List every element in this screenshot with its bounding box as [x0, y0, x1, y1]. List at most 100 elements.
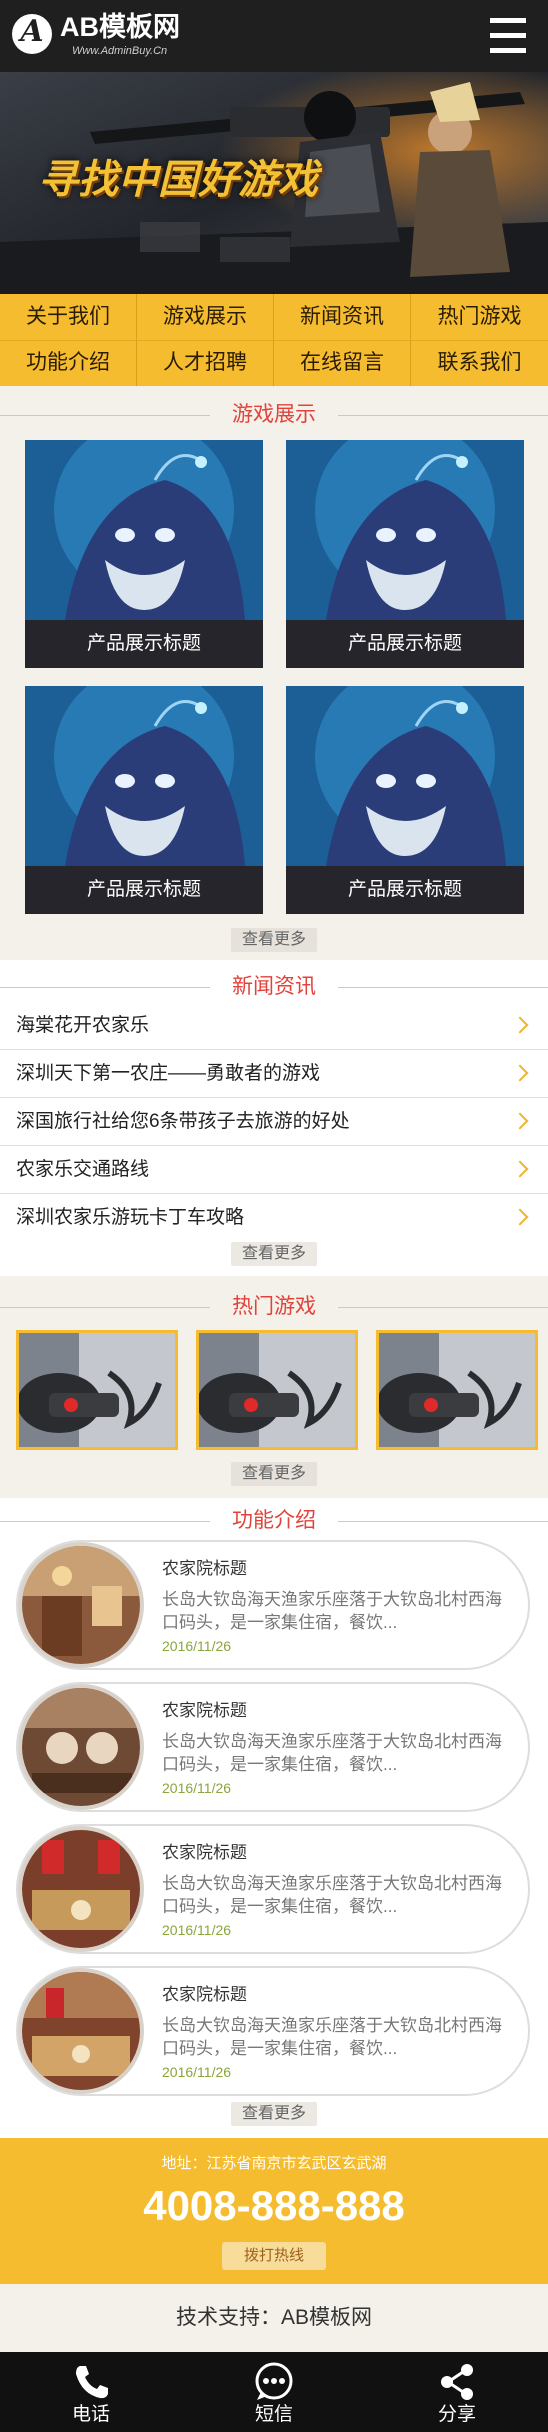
- feature-card[interactable]: 农家院标题 长岛大钦岛海天渔家乐座落于大钦岛北村西海口码头，是一家集住宿，餐饮.…: [16, 1824, 530, 1954]
- hot-game-card[interactable]: [16, 1330, 178, 1450]
- nav-news[interactable]: 新闻资讯: [274, 294, 411, 340]
- news-item-title: 深国旅行社给您6条带孩子去旅游的好处: [16, 1111, 350, 1132]
- hot-game-image: [19, 1333, 175, 1447]
- news-section-title: 新闻资讯: [0, 972, 548, 1002]
- product-image: [286, 440, 524, 620]
- feature-card[interactable]: 农家院标题 长岛大钦岛海天渔家乐座落于大钦岛北村西海口码头，是一家集住宿，餐饮.…: [16, 1682, 530, 1812]
- product-image: [25, 686, 263, 866]
- title-line: [338, 1521, 548, 1522]
- title-line: [0, 1307, 210, 1308]
- bottom-share-button[interactable]: 分享: [366, 2352, 548, 2432]
- sms-icon: [253, 2362, 295, 2402]
- banner[interactable]: 寻找中国好游戏: [0, 72, 548, 294]
- feature-image: [18, 1826, 144, 1952]
- phone-icon: [70, 2362, 112, 2402]
- chevron-right-icon: [511, 1112, 529, 1130]
- hot-section-title: 热门游戏: [0, 1292, 548, 1322]
- menu-bar: [490, 18, 526, 23]
- feature-date: 2016/11/26: [162, 2064, 232, 2080]
- nav-divider: [0, 340, 548, 341]
- hot-title-text: 热门游戏: [232, 1295, 316, 1318]
- menu-bar: [490, 48, 526, 53]
- hot-game-card[interactable]: [196, 1330, 358, 1450]
- share-icon: [436, 2362, 478, 2402]
- chevron-right-icon: [511, 1016, 529, 1034]
- logo-letter: A: [20, 14, 44, 49]
- product-image: [25, 440, 263, 620]
- chevron-right-icon: [511, 1160, 529, 1178]
- logo-title: AB模板网: [60, 12, 180, 42]
- feature-card[interactable]: 农家院标题 长岛大钦岛海天渔家乐座落于大钦岛北村西海口码头，是一家集住宿，餐饮.…: [16, 1966, 530, 2096]
- news-item[interactable]: 海棠花开农家乐: [0, 1002, 548, 1050]
- product-card[interactable]: 产品展示标题: [286, 686, 524, 914]
- tech-support: 技术支持：AB模板网: [0, 2284, 548, 2352]
- product-caption: 产品展示标题: [25, 620, 263, 668]
- bottom-share-label: 分享: [437, 2404, 476, 2425]
- product-caption: 产品展示标题: [286, 620, 524, 668]
- feature-title: 农家院标题: [162, 1701, 247, 1720]
- menu-bar: [490, 33, 526, 38]
- news-item-title: 海棠花开农家乐: [16, 1015, 150, 1036]
- feature-title: 农家院标题: [162, 1985, 247, 2004]
- feature-image: [18, 1684, 144, 1810]
- feature-card[interactable]: 农家院标题 长岛大钦岛海天渔家乐座落于大钦岛北村西海口码头，是一家集住宿，餐饮.…: [16, 1540, 530, 1670]
- title-line: [338, 987, 548, 988]
- product-card[interactable]: 产品展示标题: [286, 440, 524, 668]
- nav-jobs[interactable]: 人才招聘: [137, 340, 274, 386]
- news-item[interactable]: 深圳天下第一农庄——勇敢者的游戏: [0, 1050, 548, 1098]
- feature-date: 2016/11/26: [162, 1638, 232, 1654]
- bottom-phone-button[interactable]: 电话: [0, 2352, 182, 2432]
- feature-desc: 长岛大钦岛海天渔家乐座落于大钦岛北村西海口码头，是一家集住宿，餐饮...: [162, 1732, 502, 1774]
- feature-image: [18, 1542, 144, 1668]
- feature-desc: 长岛大钦岛海天渔家乐座落于大钦岛北村西海口码头，是一家集住宿，餐饮...: [162, 1590, 502, 1632]
- site-logo[interactable]: A AB模板网 Www.AdminBuy.Cn: [12, 11, 180, 63]
- news-more-button[interactable]: 查看更多: [231, 1242, 317, 1266]
- nav-contact[interactable]: 联系我们: [411, 340, 548, 386]
- feature-image: [18, 1968, 144, 2094]
- call-hotline-button[interactable]: 拨打热线: [222, 2242, 326, 2270]
- news-title-text: 新闻资讯: [232, 975, 316, 998]
- nav-message[interactable]: 在线留言: [274, 340, 411, 386]
- products-title-text: 游戏展示: [232, 403, 316, 426]
- main-nav: 关于我们 游戏展示 新闻资讯 热门游戏 功能介绍 人才招聘 在线留言 联系我们: [0, 294, 548, 386]
- nav-about[interactable]: 关于我们: [0, 294, 137, 340]
- news-item[interactable]: 农家乐交通路线: [0, 1146, 548, 1194]
- hamburger-menu-icon[interactable]: [488, 18, 528, 54]
- chevron-right-icon: [511, 1208, 529, 1226]
- bottom-phone-label: 电话: [71, 2404, 110, 2425]
- bottom-sms-button[interactable]: 短信: [183, 2352, 365, 2432]
- address: 地址：江苏省南京市玄武区玄武湖: [161, 2155, 387, 2172]
- feature-date: 2016/11/26: [162, 1780, 232, 1796]
- hot-game-card[interactable]: [376, 1330, 538, 1450]
- hot-game-image: [379, 1333, 535, 1447]
- product-card[interactable]: 产品展示标题: [25, 686, 263, 914]
- news-item[interactable]: 深圳农家乐游玩卡丁车攻略: [0, 1194, 548, 1242]
- features-title-text: 功能介绍: [232, 1509, 316, 1532]
- nav-features[interactable]: 功能介绍: [0, 340, 137, 386]
- features-more-button[interactable]: 查看更多: [231, 2102, 317, 2126]
- news-item[interactable]: 深国旅行社给您6条带孩子去旅游的好处: [0, 1098, 548, 1146]
- hot-game-image: [199, 1333, 355, 1447]
- product-image: [286, 686, 524, 866]
- title-line: [0, 987, 210, 988]
- title-line: [0, 1521, 210, 1522]
- header: A AB模板网 Www.AdminBuy.Cn: [0, 0, 548, 72]
- phone-number[interactable]: 4008-888-888: [0, 2180, 548, 2232]
- feature-date: 2016/11/26: [162, 1922, 232, 1938]
- product-caption: 产品展示标题: [25, 866, 263, 914]
- products-more-button[interactable]: 查看更多: [231, 928, 317, 952]
- features-section-title: 功能介绍: [0, 1506, 548, 1536]
- bottom-sms-label: 短信: [254, 2404, 293, 2425]
- hot-more-button[interactable]: 查看更多: [231, 1462, 317, 1486]
- contact-section: 地址：江苏省南京市玄武区玄武湖 4008-888-888 拨打热线: [0, 2138, 548, 2284]
- nav-games[interactable]: 游戏展示: [137, 294, 274, 340]
- logo-url: Www.AdminBuy.Cn: [72, 45, 168, 57]
- news-item-title: 农家乐交通路线: [16, 1159, 150, 1180]
- product-card[interactable]: 产品展示标题: [25, 440, 263, 668]
- bottom-bar: 电话 短信 分享: [0, 2352, 548, 2432]
- title-line: [338, 1307, 548, 1308]
- title-line: [338, 415, 548, 416]
- product-caption: 产品展示标题: [286, 866, 524, 914]
- feature-desc: 长岛大钦岛海天渔家乐座落于大钦岛北村西海口码头，是一家集住宿，餐饮...: [162, 1874, 502, 1916]
- nav-hot-games[interactable]: 热门游戏: [411, 294, 548, 340]
